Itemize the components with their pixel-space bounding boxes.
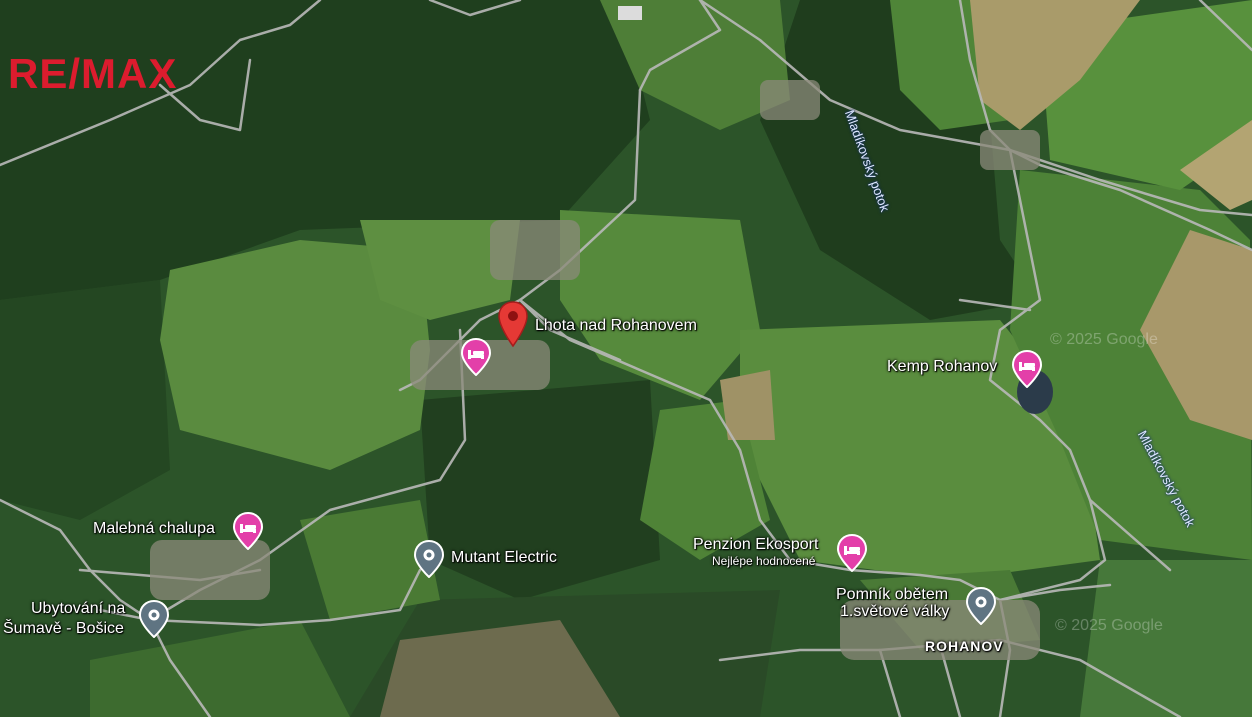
place-label-penzion: Penzion Ekosport (693, 536, 819, 553)
place-label-ubytovani-line1: Ubytování na (31, 600, 126, 617)
hotel-bed-icon (836, 533, 868, 573)
place-pin-icon (138, 599, 170, 639)
hotel-pin-kemp[interactable] (1011, 349, 1043, 389)
hotel-pin-malebna[interactable] (232, 511, 264, 551)
hotel-bed-icon (460, 337, 492, 377)
place-label-pomnik-line1: Pomník obětem (836, 586, 949, 603)
remax-logo: RE/MAX (8, 50, 178, 97)
place-label-malebna: Malebná chalupa (93, 520, 215, 537)
place-pin-pomnik[interactable] (965, 586, 997, 626)
main-location-marker[interactable] (497, 300, 529, 348)
place-pin-ubytovani[interactable] (138, 599, 170, 639)
place-label-ubytovani-line2: Šumavě - Bošice (3, 620, 124, 637)
place-label-mutant: Mutant Electric (451, 549, 557, 566)
red-location-pin-icon (498, 301, 528, 348)
place-label-pomnik-line2: 1.světové války (840, 603, 950, 620)
hotel-pin-penzion[interactable] (836, 533, 868, 573)
town-label-rohanov: ROHANOV (925, 638, 1004, 654)
hotel-bed-icon (1011, 349, 1043, 389)
place-label-lhota: Lhota nad Rohanovem (535, 317, 697, 334)
hotel-bed-icon (232, 511, 264, 551)
map-copyright: © 2025 Google (1050, 331, 1158, 348)
satellite-map[interactable] (0, 0, 1252, 717)
place-label-kemp: Kemp Rohanov (887, 358, 998, 375)
place-pin-icon (965, 586, 997, 626)
place-pin-icon (413, 539, 445, 579)
place-pin-mutant[interactable] (413, 539, 445, 579)
place-sublabel-penzion: Nejlépe hodnocené (712, 554, 816, 568)
map-copyright-bottom: © 2025 Google (1055, 617, 1163, 634)
hotel-pin-unnamed[interactable] (460, 337, 492, 377)
